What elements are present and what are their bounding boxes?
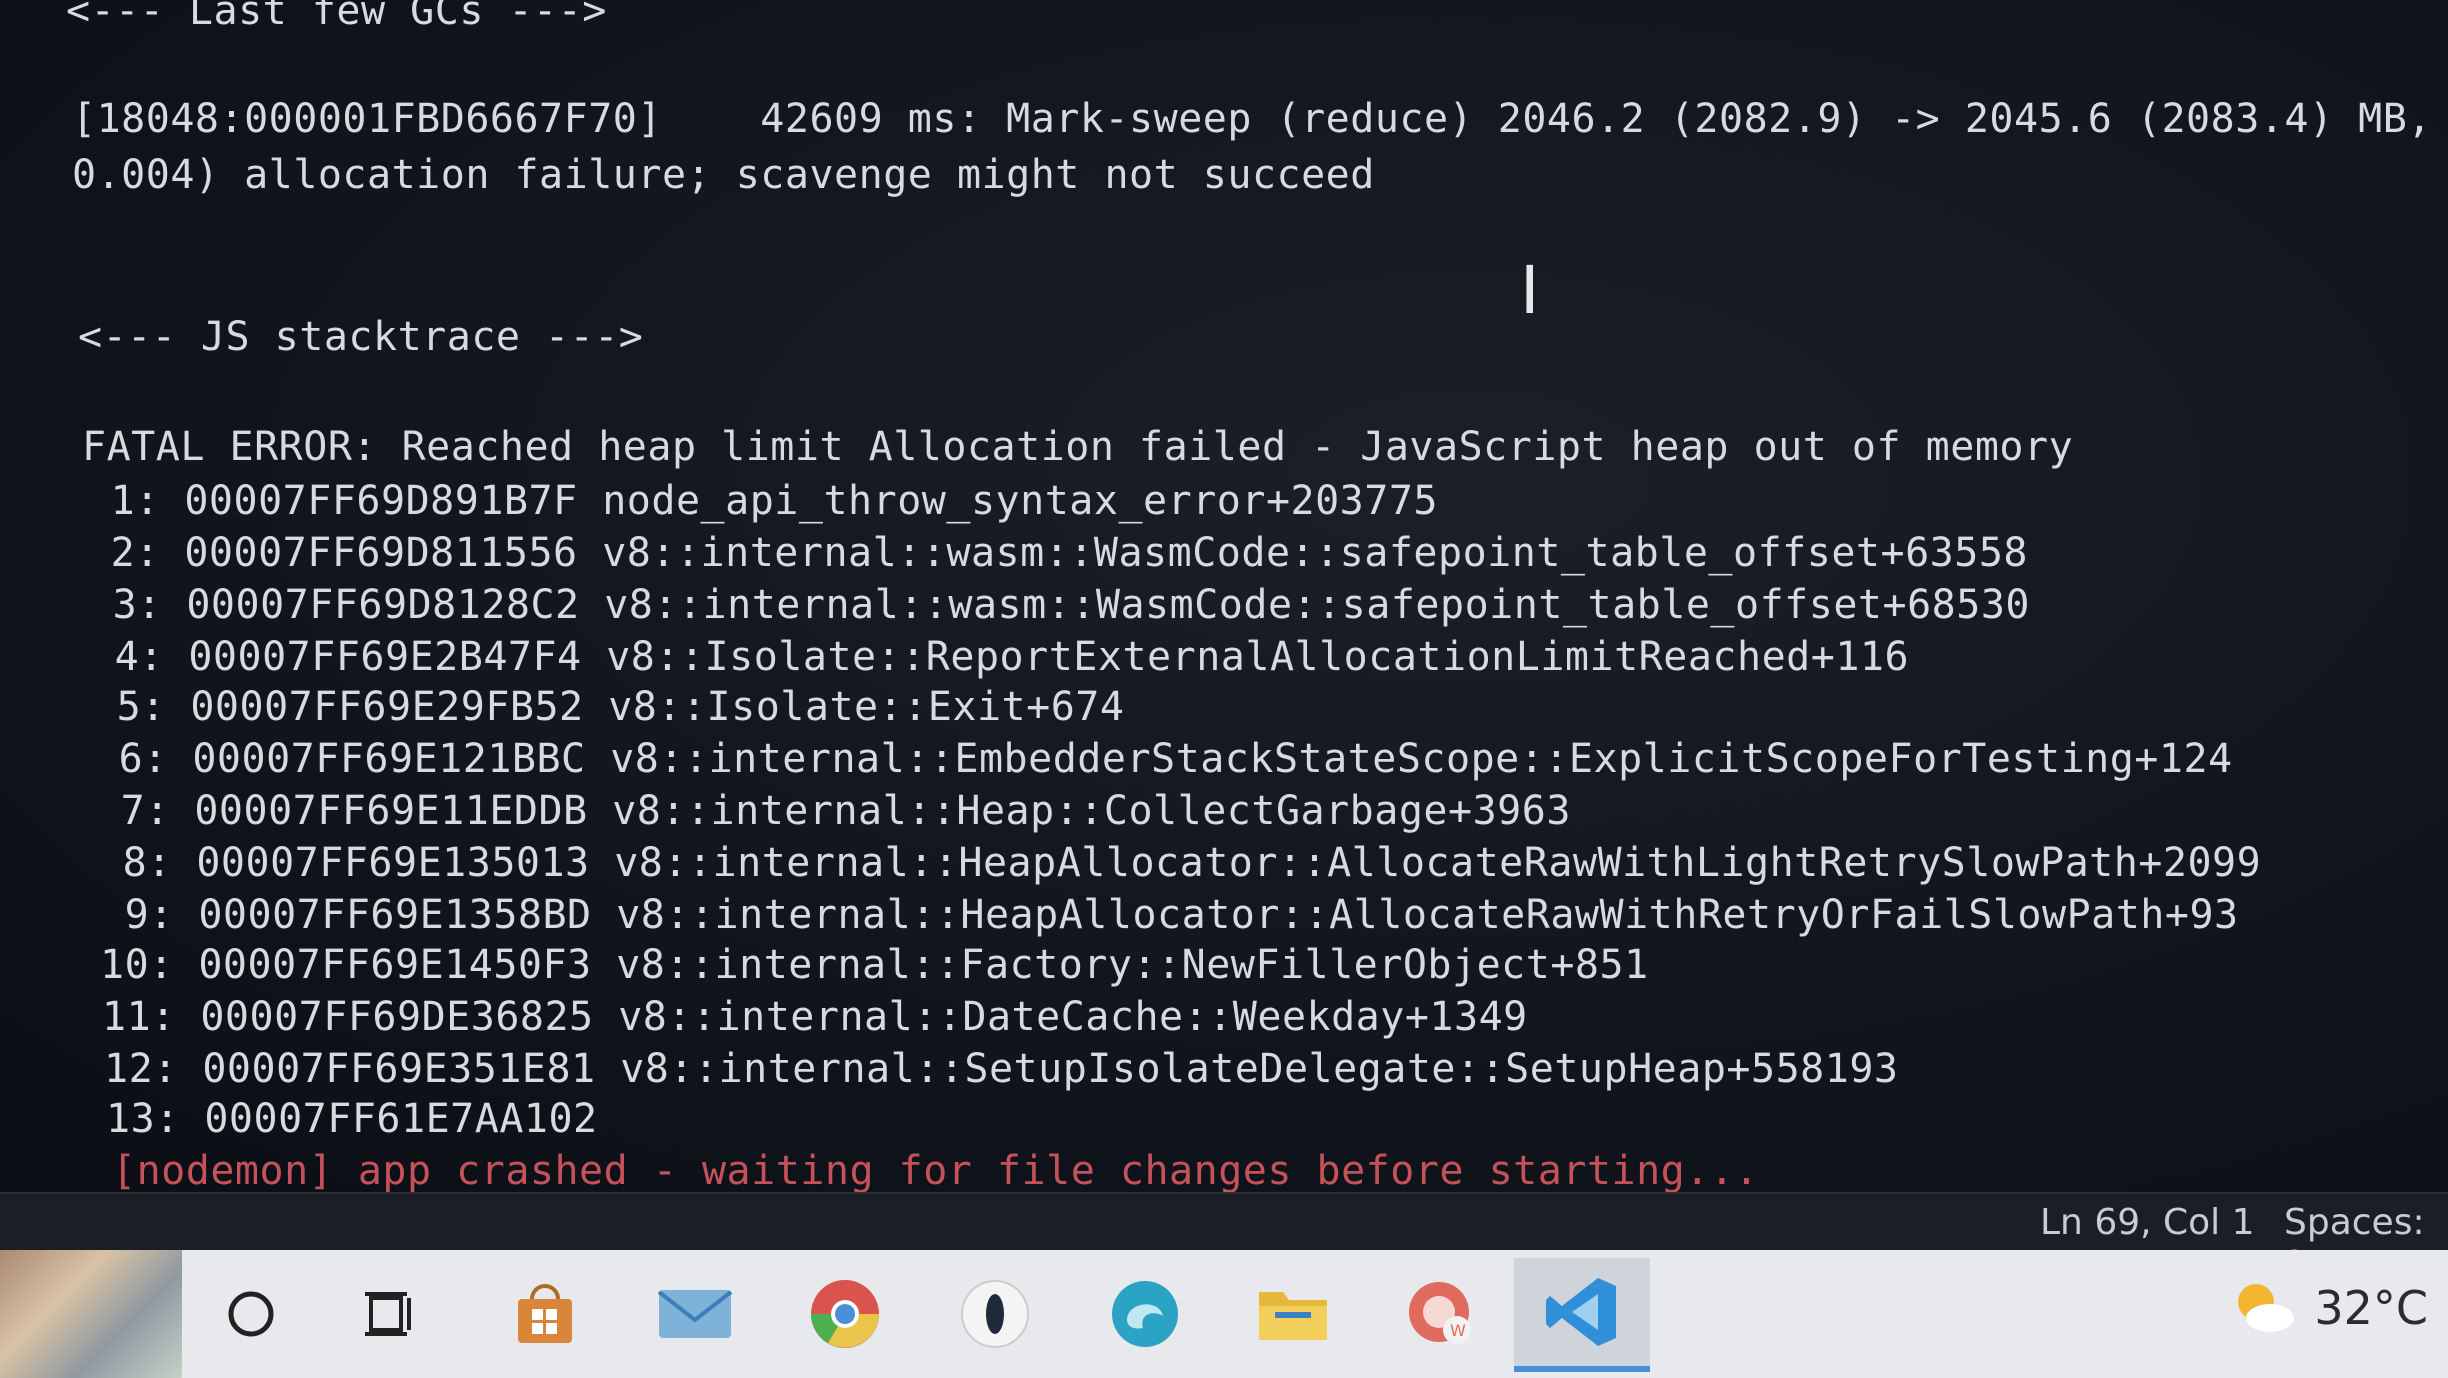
gc-line-2: 0.004) allocation failure; scavenge migh… [72,152,1375,198]
stack-frame: 6: 00007FF69E121BBC v8::internal::Embedd… [94,736,2233,782]
nodemon-crash-message: [nodemon] app crashed - waiting for file… [112,1148,1759,1192]
stack-frame: 1: 00007FF69D891B7F node_api_throw_synta… [86,478,1439,524]
stack-frame: 7: 00007FF69E11EDDB v8::internal::Heap::… [96,788,1571,834]
svg-text:W: W [1450,1321,1466,1340]
cursor-position[interactable]: Ln 69, Col 1 [2040,1202,2255,1244]
taskbar: W 32°C [0,1250,2448,1378]
stack-frame: 10: 00007FF69E1450F3 v8::internal::Facto… [100,942,1649,988]
start-button[interactable] [0,1250,182,1378]
browser-icon[interactable] [940,1264,1050,1364]
stack-frame: 12: 00007FF69E351E81 v8::internal::Setup… [104,1046,1899,1092]
js-stacktrace-header: <--- JS stacktrace ---> [78,314,644,360]
vscode-icon[interactable] [1514,1258,1650,1372]
stack-frame: 11: 00007FF69DE36825 v8::internal::DateC… [102,994,1528,1040]
gc-header: <--- Last few GCs ---> [66,0,607,34]
weather-icon [2238,1284,2295,1332]
search-icon[interactable] [196,1264,306,1364]
status-bar: Ln 69, Col 1 Spaces: 2 [0,1192,2448,1285]
stack-frame: 2: 00007FF69D811556 v8::internal::wasm::… [86,530,2028,576]
terminal-panel[interactable]: <--- Last few GCs ---> [18048:000001FBD6… [0,0,2448,1192]
stack-frame: 8: 00007FF69E135013 v8::internal::HeapAl… [98,840,2262,886]
file-explorer-icon[interactable] [1238,1264,1348,1364]
stack-frame: 9: 00007FF69E1358BD v8::internal::HeapAl… [100,892,2239,938]
stack-frame: 3: 00007FF69D8128C2 v8::internal::wasm::… [88,582,2030,628]
gc-line-1: [18048:000001FBD6667F70] 42609 ms: Mark-… [72,96,2448,142]
stack-frame: 5: 00007FF69E29FB52 v8::Isolate::Exit+67… [92,684,1125,730]
weather-widget[interactable]: 32°C [2228,1278,2428,1338]
stack-frame: 4: 00007FF69E2B47F4 v8::Isolate::ReportE… [90,634,1910,680]
mail-icon[interactable] [640,1264,750,1364]
task-view-icon[interactable] [336,1264,446,1364]
office-icon[interactable]: W [1386,1264,1496,1364]
microsoft-store-icon[interactable] [490,1264,600,1364]
text-cursor-icon: I [1520,252,1540,329]
edge-icon[interactable] [1090,1264,1200,1364]
weather-temperature: 32°C [2314,1281,2428,1335]
fatal-error-line: FATAL ERROR: Reached heap limit Allocati… [82,424,2074,470]
chrome-icon[interactable] [790,1264,900,1364]
stack-frame: 13: 00007FF61E7AA102 [106,1096,598,1142]
